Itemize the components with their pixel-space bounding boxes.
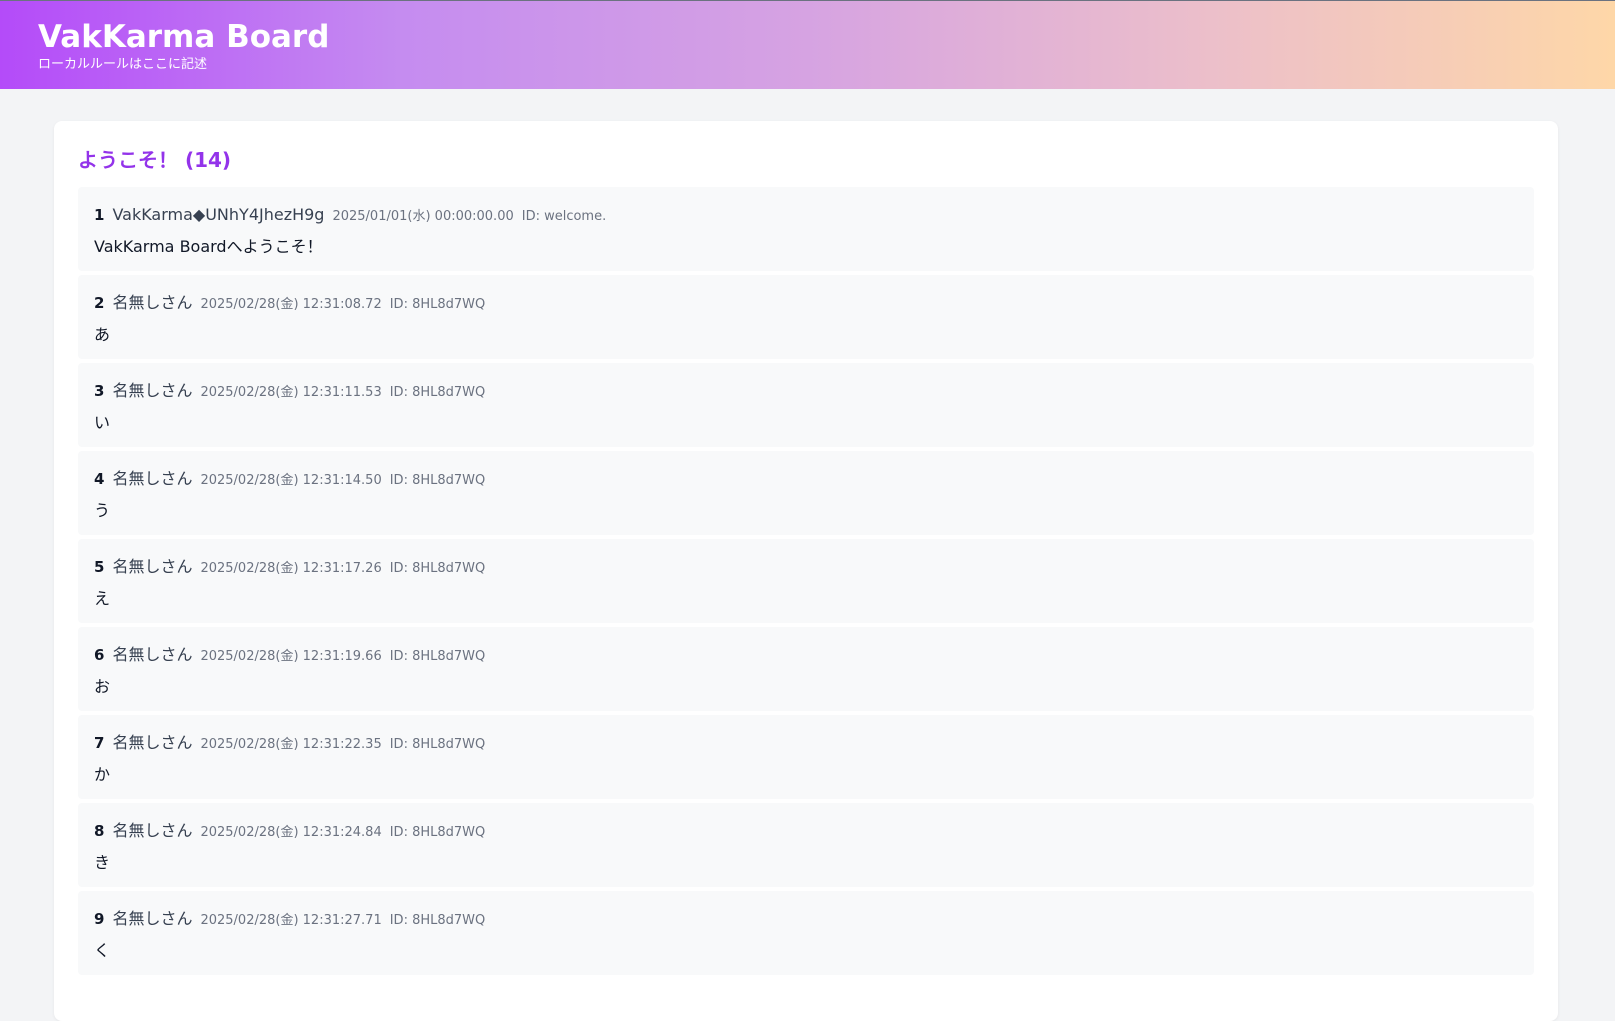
post-user-id: ID: welcome. [521,209,607,224]
post-user-id: ID: 8HL8d7WQ [389,913,486,928]
post-timestamp: 2025/02/28(金) 12:31:19.66 [200,649,382,664]
post-item: 4 名無しさん 2025/02/28(金) 12:31:14.50 ID: 8H… [78,451,1534,535]
post-timestamp: 2025/02/28(金) 12:31:08.72 [200,297,382,312]
post-number[interactable]: 5 [94,557,104,577]
post-number[interactable]: 1 [94,205,104,225]
post-timestamp: 2025/01/01(水) 00:00:00.00 [332,209,514,224]
post-body: く [94,941,111,960]
board-header: VakKarma Board ローカルルールはここに記述 [0,0,1615,89]
post-header: 5 名無しさん 2025/02/28(金) 12:31:17.26 ID: 8H… [94,557,1518,577]
post-author-name: VakKarma◆UNhY4JhezH9g [112,205,325,224]
post-item: 3 名無しさん 2025/02/28(金) 12:31:11.53 ID: 8H… [78,363,1534,447]
post-user-id: ID: 8HL8d7WQ [389,561,486,576]
post-header: 8 名無しさん 2025/02/28(金) 12:31:24.84 ID: 8H… [94,821,1518,841]
post-body: か [94,765,111,784]
post-body: え [94,589,111,608]
thread-card: ようこそ！ (14) 1 VakKarma◆UNhY4JhezH9g 2025/… [54,121,1558,1021]
post-number[interactable]: 8 [94,821,104,841]
post-header: 6 名無しさん 2025/02/28(金) 12:31:19.66 ID: 8H… [94,645,1518,665]
post-author-name: 名無しさん [112,381,193,400]
post-timestamp: 2025/02/28(金) 12:31:11.53 [200,385,382,400]
post-item: 9 名無しさん 2025/02/28(金) 12:31:27.71 ID: 8H… [78,891,1534,975]
post-number[interactable]: 4 [94,469,104,489]
post-header: 4 名無しさん 2025/02/28(金) 12:31:14.50 ID: 8H… [94,469,1518,489]
post-item: 6 名無しさん 2025/02/28(金) 12:31:19.66 ID: 8H… [78,627,1534,711]
post-header: 3 名無しさん 2025/02/28(金) 12:31:11.53 ID: 8H… [94,381,1518,401]
post-number[interactable]: 7 [94,733,104,753]
post-timestamp: 2025/02/28(金) 12:31:24.84 [200,825,382,840]
post-author-name: 名無しさん [112,645,193,664]
post-user-id: ID: 8HL8d7WQ [389,297,486,312]
post-user-id: ID: 8HL8d7WQ [389,825,486,840]
post-author-name: 名無しさん [112,293,193,312]
post-author-name: 名無しさん [112,469,193,488]
post-author-name: 名無しさん [112,821,193,840]
post-timestamp: 2025/02/28(金) 12:31:14.50 [200,473,382,488]
post-header: 1 VakKarma◆UNhY4JhezH9g 2025/01/01(水) 00… [94,205,1518,225]
post-user-id: ID: 8HL8d7WQ [389,385,486,400]
post-body: あ [94,325,111,344]
post-body: う [94,501,111,520]
post-item: 8 名無しさん 2025/02/28(金) 12:31:24.84 ID: 8H… [78,803,1534,887]
board-title[interactable]: VakKarma Board [38,19,1615,55]
local-rule-text: ローカルルールはここに記述 [38,57,208,72]
post-item: 1 VakKarma◆UNhY4JhezH9g 2025/01/01(水) 00… [78,187,1534,271]
post-header: 7 名無しさん 2025/02/28(金) 12:31:22.35 ID: 8H… [94,733,1518,753]
post-header: 9 名無しさん 2025/02/28(金) 12:31:27.71 ID: 8H… [94,909,1518,929]
post-author-name: 名無しさん [112,733,193,752]
post-user-id: ID: 8HL8d7WQ [389,737,486,752]
post-item: 2 名無しさん 2025/02/28(金) 12:31:08.72 ID: 8H… [78,275,1534,359]
post-item: 7 名無しさん 2025/02/28(金) 12:31:22.35 ID: 8H… [78,715,1534,799]
post-body: い [94,413,111,432]
post-number[interactable]: 9 [94,909,104,929]
post-timestamp: 2025/02/28(金) 12:31:22.35 [200,737,382,752]
post-body: き [94,853,111,872]
post-user-id: ID: 8HL8d7WQ [389,473,486,488]
post-body: VakKarma Boardへようこそ！ [94,237,323,256]
post-header: 2 名無しさん 2025/02/28(金) 12:31:08.72 ID: 8H… [94,293,1518,313]
post-timestamp: 2025/02/28(金) 12:31:27.71 [200,913,382,928]
post-user-id: ID: 8HL8d7WQ [389,649,486,664]
post-timestamp: 2025/02/28(金) 12:31:17.26 [200,561,382,576]
post-item: 5 名無しさん 2025/02/28(金) 12:31:17.26 ID: 8H… [78,539,1534,623]
post-number[interactable]: 2 [94,293,104,313]
post-author-name: 名無しさん [112,557,193,576]
post-number[interactable]: 6 [94,645,104,665]
post-body: お [94,677,111,696]
post-author-name: 名無しさん [112,909,193,928]
thread-title[interactable]: ようこそ！ (14) [78,147,1534,173]
post-number[interactable]: 3 [94,381,104,401]
